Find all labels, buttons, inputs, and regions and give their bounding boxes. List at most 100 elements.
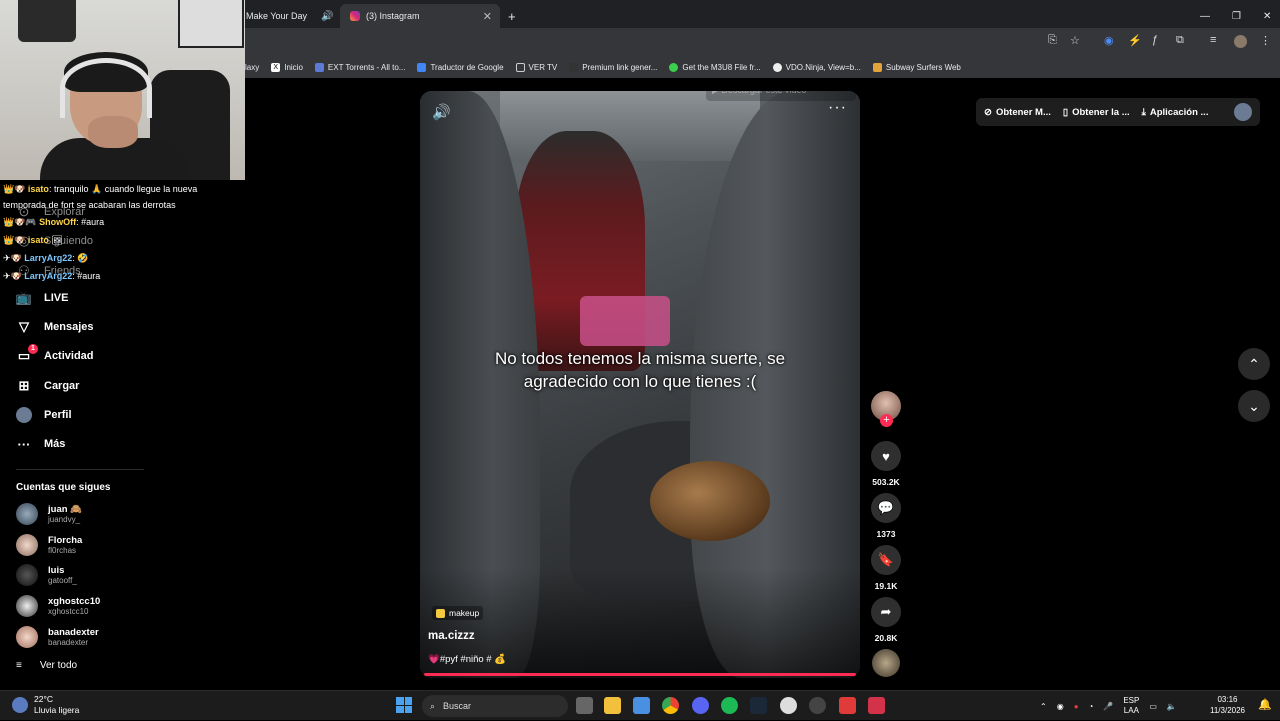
account-name: banadexter	[48, 627, 99, 638]
steam-tray-icon[interactable]: ◉	[1057, 702, 1064, 711]
sidebar-item-live[interactable]: 📺 LIVE	[16, 290, 69, 306]
record-icon[interactable]: ●	[1074, 702, 1079, 711]
chat-text: : #aura	[72, 271, 101, 281]
chat-user: ShowOff	[39, 217, 77, 227]
bookmark[interactable]: Get the M3U8 File fr...	[669, 62, 761, 72]
bookmark[interactable]: VDO.Ninja, View=b...	[772, 62, 861, 72]
extension-icon[interactable]: ◉	[1104, 34, 1114, 47]
download-app-button[interactable]: ⤓ Aplicación ...	[1142, 107, 1209, 118]
previous-video-button[interactable]: ⌃	[1238, 348, 1270, 380]
account-name: luis	[48, 565, 65, 576]
app-icon[interactable]	[868, 697, 885, 714]
bookmark[interactable]: Traductor de Google	[417, 62, 504, 72]
following-account[interactable]: Florcha fl0rchas	[16, 534, 82, 556]
following-account[interactable]: banadexter banadexter	[16, 626, 99, 648]
discord-icon[interactable]	[692, 697, 709, 714]
task-view-icon[interactable]	[576, 697, 593, 714]
comment-button[interactable]: 💬 1373	[871, 493, 901, 539]
save-button[interactable]: 🔖 19.1K	[871, 545, 901, 591]
app-icon[interactable]	[780, 697, 797, 714]
music-disc[interactable]	[872, 649, 900, 677]
chat-text: :	[72, 253, 75, 263]
comment-count: 1373	[876, 529, 896, 539]
new-tab-button[interactable]: +	[508, 4, 516, 28]
tiktok-sidebar: ⊙ Explorar ◎ Siguiendo ⚇ Friends 👑🐶 isato: …	[0, 180, 245, 690]
video-author[interactable]: ma.cizzz	[428, 630, 475, 642]
save-count: 19.1K	[874, 581, 898, 591]
following-account[interactable]: juan 🙈 juandvy_	[16, 503, 82, 525]
close-window-icon[interactable]: ✕	[1263, 11, 1271, 22]
file-explorer-icon[interactable]	[604, 697, 621, 714]
photos-icon[interactable]	[633, 697, 650, 714]
sidebar-item-mas[interactable]: ··· Más	[16, 436, 66, 452]
bookmark[interactable]: EXT Torrents - All to...	[314, 62, 405, 72]
bookmark-star-icon[interactable]: ☆	[1070, 34, 1080, 47]
effect-icon	[436, 608, 445, 618]
volume-icon[interactable]: 🔈	[1167, 702, 1177, 711]
maximize-icon[interactable]: ❐	[1232, 11, 1241, 22]
clock[interactable]: 03:16 11/3/2026	[1210, 694, 1245, 716]
get-coins-button[interactable]: ⊘ Obtener M...	[984, 107, 1051, 118]
account-name: xghostcc10	[48, 596, 101, 607]
video-player[interactable]: No todos tenemos la misma suerte, se agr…	[420, 91, 860, 678]
more-icon: ···	[17, 436, 31, 452]
sidebar-item-cargar[interactable]: ⊞ Cargar	[16, 378, 80, 394]
app-icon[interactable]	[839, 697, 856, 714]
taskbar-search[interactable]: ⌕ Buscar	[422, 695, 568, 717]
bookmark-icon: 🔖	[871, 545, 901, 575]
chrome-icon[interactable]	[662, 697, 679, 714]
mic-icon[interactable]: 🎤	[1103, 702, 1113, 711]
more-options-icon[interactable]: ···	[828, 99, 847, 117]
tab-instagram[interactable]: (3) Instagram ✕	[340, 4, 500, 28]
language-indicator[interactable]: ESP LAA	[1123, 696, 1139, 716]
user-avatar[interactable]	[1234, 103, 1252, 121]
extension-icon[interactable]: ⚡	[1128, 34, 1142, 47]
following-account[interactable]: xghostcc10 xghostcc10	[16, 595, 100, 617]
steam-icon[interactable]	[750, 697, 767, 714]
spotify-icon[interactable]	[721, 697, 738, 714]
sidebar-item-actividad[interactable]: ▭ 1 Actividad	[16, 344, 94, 364]
notification-bell-icon[interactable]: 🔔	[1258, 698, 1272, 711]
network-icon[interactable]: ▭	[1149, 702, 1157, 711]
see-all-link[interactable]: ≡ Ver todo	[16, 660, 77, 671]
sidebar-item-mensajes[interactable]: ▽ Mensajes	[16, 319, 94, 335]
minimize-icon[interactable]: —	[1200, 11, 1210, 22]
close-tab-icon[interactable]: ✕	[483, 10, 492, 23]
avatar	[16, 564, 38, 586]
background-door	[178, 0, 244, 48]
m3u8-icon	[669, 62, 679, 72]
puzzle-icon[interactable]: ⧉	[1176, 34, 1184, 47]
effect-tag[interactable]: makeup	[432, 606, 484, 620]
install-icon[interactable]: ⎘	[1048, 34, 1057, 47]
following-account[interactable]: luis gatooff_	[16, 564, 77, 586]
upload-icon: ⊞	[18, 378, 30, 393]
reading-list-icon[interactable]: ≡	[1210, 34, 1216, 46]
bookmark-label: Inicio	[284, 62, 303, 72]
windows-start-icon[interactable]	[396, 697, 412, 713]
bookmark[interactable]: X Inicio	[271, 62, 303, 72]
bookmark[interactable]: Subway Surfers Web	[872, 62, 961, 72]
bookmark[interactable]: VER TV	[515, 62, 557, 72]
profile-avatar[interactable]	[1234, 35, 1247, 48]
like-button[interactable]: ♥ 503.2K	[871, 441, 901, 487]
headset	[60, 58, 152, 118]
obs-icon[interactable]	[809, 697, 826, 714]
weather-widget[interactable]: 22°C Lluvia ligera	[12, 694, 79, 716]
video-progress-bar[interactable]	[424, 673, 856, 676]
time: 03:16	[1217, 695, 1238, 704]
bookmark[interactable]: laxy	[245, 63, 259, 72]
next-video-button[interactable]: ⌄	[1238, 390, 1270, 422]
discord-tray-icon[interactable]: ◔	[1089, 702, 1094, 711]
extension-icon[interactable]: ƒ	[1152, 34, 1158, 46]
bookmark[interactable]: Premium link gener...	[569, 62, 657, 72]
menu-icon[interactable]: ⋮	[1260, 34, 1271, 47]
get-app-button[interactable]: ▯ Obtener la ...	[1063, 107, 1130, 118]
share-button[interactable]: ➦ 20.8K	[871, 597, 901, 643]
weather-desc: Lluvia ligera	[34, 705, 80, 715]
sidebar-item-perfil[interactable]: Perfil	[16, 407, 72, 423]
tab-make-your-day[interactable]: Make Your Day 🔊 ✕	[246, 4, 351, 28]
chevron-up-icon[interactable]: ⌃	[1040, 702, 1047, 711]
follow-plus-icon[interactable]: +	[880, 414, 893, 427]
volume-icon[interactable]: 🔊	[432, 103, 451, 121]
download-video-hint[interactable]: ▶ Descargar este video	[706, 91, 856, 101]
